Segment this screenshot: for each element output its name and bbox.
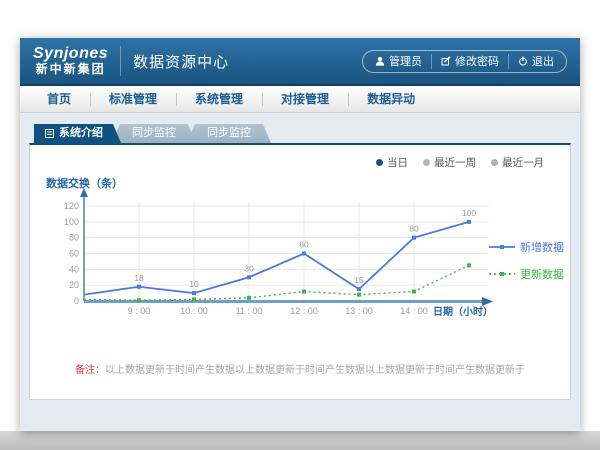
legend-label: 新增数据: [520, 239, 564, 255]
radio-icon: [491, 159, 498, 166]
data-point-marker: [247, 296, 251, 300]
data-point-marker: [192, 297, 196, 301]
nav-item[interactable]: 数据异动: [348, 86, 434, 112]
data-point-label: 10: [189, 279, 199, 289]
range-selector: 当日 最近一周 最近一月: [376, 155, 544, 170]
header-divider: [120, 46, 121, 76]
x-axis-arrow: [482, 297, 493, 306]
tab-inactive[interactable]: 同步监控: [187, 124, 271, 143]
user-icon: [375, 56, 385, 66]
user-button[interactable]: 管理员: [366, 54, 431, 69]
change-password-button[interactable]: 修改密码: [431, 54, 508, 69]
legend-label: 更新数据: [520, 266, 564, 282]
power-icon: [518, 56, 528, 66]
x-tick-label: 11 : 00: [236, 306, 263, 316]
y-tick-label: 60: [69, 249, 79, 259]
y-tick-label: 120: [64, 201, 79, 211]
tab-active[interactable]: 系统介绍: [34, 124, 121, 143]
legend-line-sample: [489, 269, 515, 279]
x-tick-label: 9 : 00: [128, 306, 151, 316]
logo-title: Synjones: [33, 45, 108, 63]
logout-button[interactable]: 退出: [508, 54, 563, 69]
y-axis-arrow: [80, 188, 88, 197]
tab-bar: 系统介绍 同步监控 同步监控: [34, 124, 571, 143]
tab-inactive[interactable]: 同步监控: [112, 124, 196, 143]
legend-item[interactable]: 更新数据: [489, 266, 564, 282]
data-point-marker: [412, 290, 416, 294]
x-tick-label: 14 : 00: [400, 306, 428, 316]
range-option[interactable]: 最近一周: [423, 155, 476, 170]
legend-line-sample: [489, 242, 515, 252]
data-point-label: 15: [354, 275, 364, 285]
y-tick-label: 100: [64, 217, 79, 227]
radio-icon: [423, 159, 430, 166]
footnote-text: 以上数据更新于时间产生数据以上数据更新于时间产生数据以上数据更新于时间产生数据更…: [105, 365, 525, 376]
radio-icon: [376, 159, 383, 166]
tab-label: 系统介绍: [59, 124, 103, 143]
range-option[interactable]: 当日: [376, 155, 408, 170]
x-tick-label: 12 : 00: [290, 306, 318, 316]
footnote: 备注：以上数据更新于时间产生数据以上数据更新于时间产生数据以上数据更新于时间产生…: [30, 361, 570, 376]
data-point-marker: [192, 291, 196, 295]
data-point-label: 100: [462, 208, 476, 218]
user-menu-label: 修改密码: [455, 53, 499, 69]
chart-legend: 新增数据更新数据: [489, 239, 564, 282]
data-point-marker: [137, 285, 141, 289]
nav-item[interactable]: 系统管理: [176, 86, 262, 112]
user-menu-label: 管理员: [389, 53, 422, 69]
footnote-prefix: 备注：: [75, 365, 105, 376]
x-tick-label: 10 : 00: [180, 306, 208, 316]
synjones-logo: Synjones 新中新集团: [33, 45, 108, 77]
tab-label: 同步监控: [132, 127, 176, 139]
range-option-label: 最近一月: [502, 155, 544, 170]
nav-item[interactable]: 首页: [28, 86, 90, 112]
data-point-marker: [467, 263, 471, 267]
data-point-marker: [302, 290, 306, 294]
content-area: 系统介绍同步监控同步监控 当日最近一周最近一月 数据交换（条） 9 : 0010…: [20, 113, 580, 431]
tab-label: 同步监控: [207, 127, 251, 139]
y-tick-label: 40: [69, 264, 79, 274]
main-nav: 首页标准管理系统管理对接管理数据异动: [20, 86, 580, 113]
data-point-marker: [137, 298, 141, 302]
nav-item[interactable]: 对接管理: [262, 86, 348, 112]
data-point-marker: [302, 252, 306, 256]
edit-icon: [441, 56, 451, 66]
range-option-label: 当日: [387, 155, 408, 170]
series-line-updated-data: [84, 265, 469, 300]
data-point-label: 30: [244, 263, 254, 273]
logo-subtitle: 新中新集团: [33, 63, 108, 77]
range-option-label: 最近一周: [434, 155, 476, 170]
content-panel: 当日最近一周最近一月 数据交换（条） 9 : 0010 : 0011 : 001…: [29, 143, 571, 400]
x-tick-label: 13 : 00: [345, 306, 373, 316]
data-point-label: 80: [409, 224, 419, 234]
page-title: 数据资源中心: [133, 51, 229, 72]
data-point-marker: [247, 275, 251, 279]
x-axis-title: 日期（小时）: [433, 305, 493, 318]
y-tick-label: 0: [74, 296, 79, 306]
data-point-marker: [357, 293, 361, 297]
desktop-bottom-band: [0, 431, 600, 450]
data-point-marker: [357, 287, 361, 291]
legend-item[interactable]: 新增数据: [489, 239, 564, 255]
data-point-label: 18: [134, 273, 144, 283]
y-tick-label: 80: [69, 233, 79, 243]
y-tick-label: 20: [69, 280, 79, 290]
app-header: Synjones 新中新集团 数据资源中心 管理员 修改密码 退出: [20, 38, 580, 86]
data-point-marker: [412, 236, 416, 240]
range-option[interactable]: 最近一月: [491, 155, 544, 170]
user-menu: 管理员 修改密码 退出: [362, 50, 567, 73]
nav-item[interactable]: 标准管理: [90, 86, 176, 112]
line-chart: 9 : 00 10 : 00 11 : 00 12 : 00 13 : 00 14 : 0…: [38, 183, 528, 323]
document-icon: [45, 129, 54, 138]
data-point-label: 60: [299, 240, 309, 250]
user-menu-label: 退出: [532, 53, 554, 69]
app-window: Synjones 新中新集团 数据资源中心 管理员修改密码退出 首页标准管理系统…: [20, 38, 580, 431]
data-point-marker: [467, 220, 471, 224]
